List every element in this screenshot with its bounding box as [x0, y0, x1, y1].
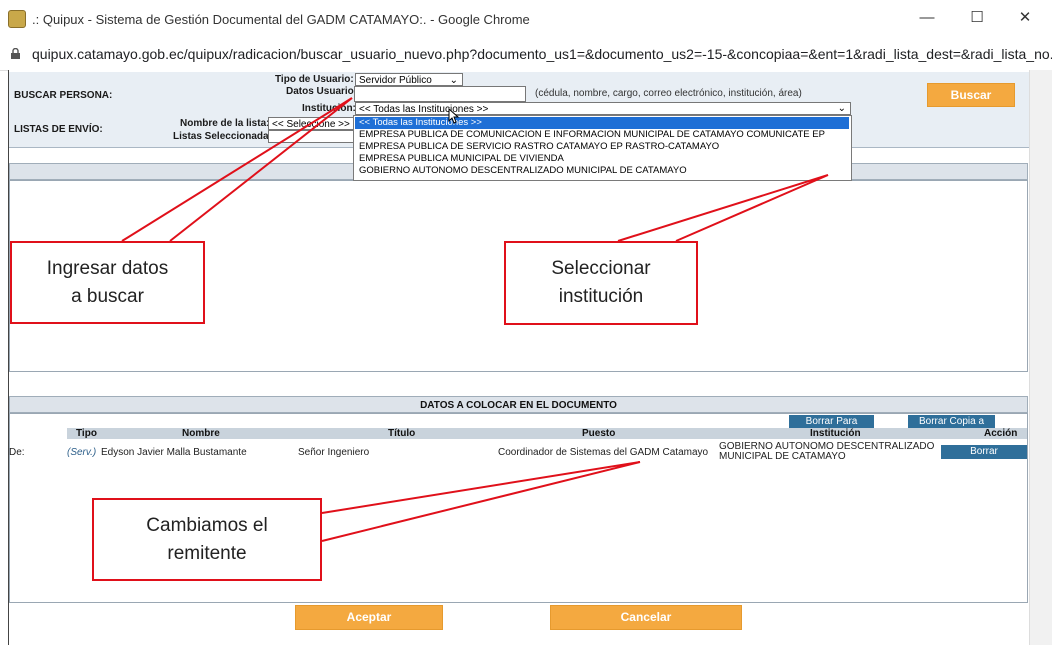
arrow-cambiamos	[321, 461, 641, 542]
callout-text: institución	[558, 286, 644, 307]
arrow-ingresar	[121, 97, 353, 242]
callout-text: Ingresar datos	[46, 257, 169, 279]
callout-seleccionar-institucion: Seleccionar institución	[504, 241, 698, 325]
callout-cambiamos-remitente: Cambiamos el remitente	[92, 498, 322, 581]
callout-text: a buscar	[71, 285, 144, 307]
callout-text: Seleccionar	[551, 258, 651, 279]
arrow-seleccionar	[617, 174, 829, 242]
callout-ingresar-datos: Ingresar datos a buscar	[10, 241, 205, 324]
callout-text: Cambiamos el	[146, 514, 268, 536]
callout-text: remitente	[167, 542, 247, 564]
